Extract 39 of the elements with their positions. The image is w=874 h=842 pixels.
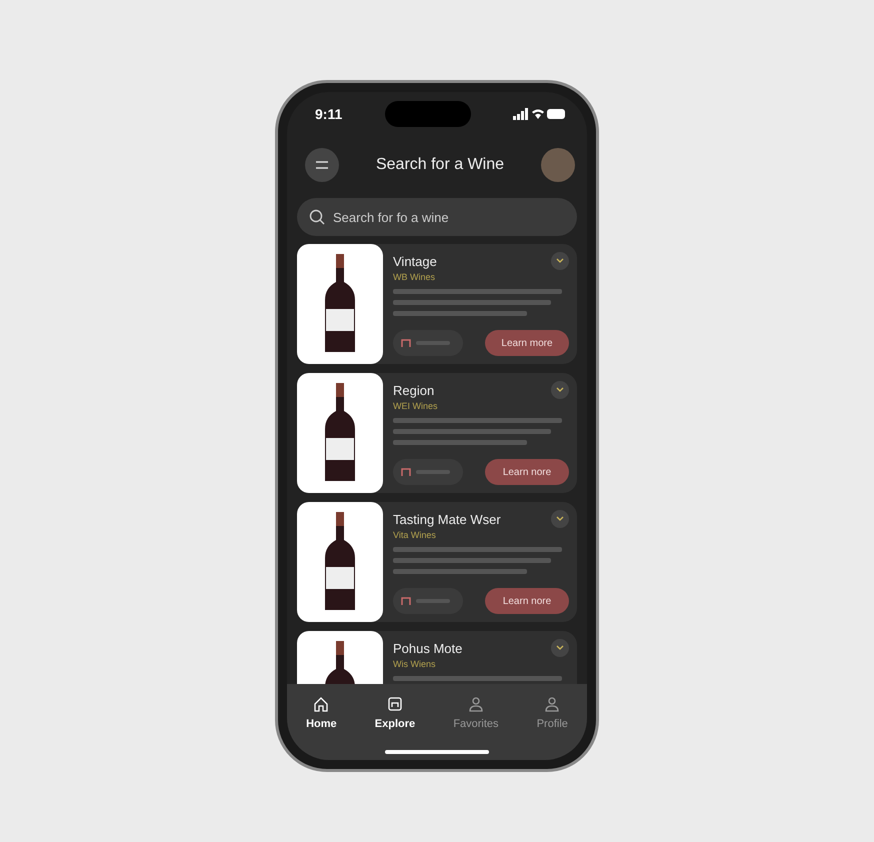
winery-name: Vita Wines <box>393 530 436 540</box>
chevron-icon <box>556 387 564 393</box>
check-button[interactable] <box>551 381 569 399</box>
wine-title: Tasting Mate Wser <box>393 512 501 527</box>
tab-bar-item[interactable]: Explore <box>374 696 416 760</box>
chevron-icon <box>556 516 564 522</box>
search-icon <box>309 209 325 225</box>
wine-card[interactable]: Vintage WB Wines Learn more <box>297 244 577 364</box>
chevron-icon <box>556 645 564 651</box>
wine-card[interactable]: Pohus Mote Wis Wiens <box>297 631 577 684</box>
tab-bar-item[interactable]: Favorites <box>453 696 499 760</box>
menu-button[interactable] <box>305 148 339 182</box>
chevron-icon <box>556 258 564 264</box>
wine-card[interactable]: Tasting Mate Wser Vita Wines Learn nore <box>297 502 577 622</box>
frame-icon <box>386 696 403 712</box>
status-time: 9:11 <box>315 106 342 122</box>
learn-more-button[interactable]: Learn nore <box>485 588 569 614</box>
learn-more-button[interactable]: Learn more <box>485 330 569 356</box>
check-button[interactable] <box>551 639 569 657</box>
wine-title: Vintage <box>393 254 437 269</box>
status-icons <box>513 108 565 120</box>
search-field[interactable]: Search for fo a wine <box>297 198 577 236</box>
winery-name: WB Wines <box>393 272 436 282</box>
winery-name: WEI Wines <box>393 401 438 411</box>
wine-title: Pohus Mote <box>393 641 462 656</box>
tab-bar-item[interactable]: Home <box>306 696 337 760</box>
person-icon <box>468 696 484 712</box>
winery-name: Wis Wiens <box>393 659 436 669</box>
person-icon <box>544 696 560 712</box>
learn-more-button[interactable]: Learn nore <box>485 459 569 485</box>
wine-title: Region <box>393 383 434 398</box>
check-button[interactable] <box>551 252 569 270</box>
screen-title: Search for a Wine <box>376 156 504 174</box>
home-icon <box>313 696 330 712</box>
check-button[interactable] <box>551 510 569 528</box>
tab-bar-item[interactable]: Profile <box>536 696 568 760</box>
wine-card[interactable]: Region WEI Wines Learn nore <box>297 373 577 493</box>
menu-icon <box>316 161 328 169</box>
avatar[interactable] <box>541 148 575 182</box>
